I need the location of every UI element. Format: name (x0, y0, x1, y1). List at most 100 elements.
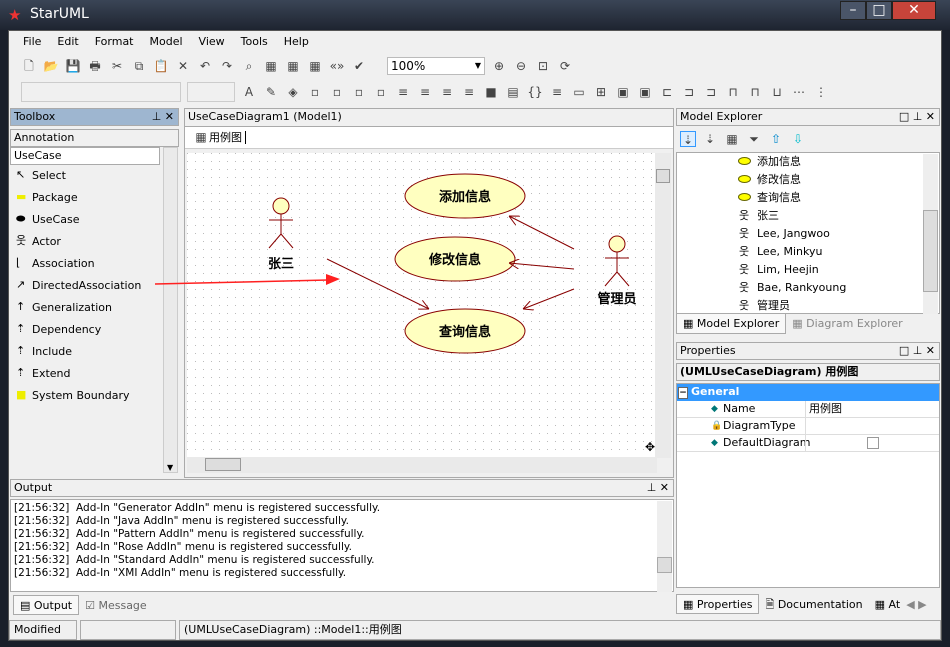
diagram2-icon[interactable]: ▦ (285, 58, 301, 74)
layout7-icon[interactable]: {} (527, 84, 543, 100)
diagram-canvas[interactable]: 添加信息修改信息查询信息 张三管理员 ✥ (187, 153, 657, 458)
menu-help[interactable]: Help (284, 35, 309, 48)
diagram-hscrollbar[interactable] (187, 457, 657, 473)
space-h-icon[interactable]: ⋯ (791, 84, 807, 100)
tree-item[interactable]: 웃 Bae, Rankyoung (677, 279, 939, 297)
resize-handle-icon[interactable]: ✥ (645, 440, 655, 454)
toolbox-section-usecase[interactable]: UseCase (10, 147, 160, 165)
tree-item[interactable]: 웃 Lee, Jangwoo (677, 225, 939, 243)
refresh-icon[interactable]: ⟳ (557, 58, 573, 74)
fit-icon[interactable]: ⊡ (535, 58, 551, 74)
print-icon[interactable]: 🖶 (87, 58, 103, 74)
tab-model-explorer[interactable]: ▦ Model Explorer (676, 314, 787, 334)
toolbox-item-association[interactable]: ⌊ Association (10, 253, 176, 275)
zoom-select[interactable]: 100% ▼ (387, 57, 485, 75)
output-scrollbar[interactable] (657, 501, 672, 592)
layout8-icon[interactable]: ≡ (549, 84, 565, 100)
tree-item[interactable]: 修改信息 (677, 171, 939, 189)
tree-item[interactable]: 웃 Lee, Minkyu (677, 243, 939, 261)
tab-documentation[interactable]: 🗎 Documentation (759, 595, 868, 615)
tab-diagram-explorer[interactable]: ▦ Diagram Explorer (786, 314, 908, 334)
panel-controls-icon[interactable]: □ ⊥ ✕ (899, 343, 935, 359)
fill-color-icon[interactable]: ◈ (285, 84, 301, 100)
align2-icon[interactable]: ▫ (329, 84, 345, 100)
align-left-icon[interactable]: ⊏ (659, 84, 675, 100)
tree-item[interactable]: 查询信息 (677, 189, 939, 207)
layout3-icon[interactable]: ≡ (439, 84, 455, 100)
diagram3-icon[interactable]: ▦ (307, 58, 323, 74)
toolbox-item-package[interactable]: ▬ Package (10, 187, 176, 209)
menu-file[interactable]: File (23, 35, 41, 48)
diagram-vscrollbar[interactable] (655, 153, 671, 458)
tree-item[interactable]: 웃 张三 (677, 207, 939, 225)
layout-icon[interactable]: ≡ (395, 84, 411, 100)
layout2-icon[interactable]: ≡ (417, 84, 433, 100)
copy-icon[interactable]: ⧉ (131, 58, 147, 74)
toolbox-item-actor[interactable]: 웃 Actor (10, 231, 176, 253)
align-center-icon[interactable]: ⊐ (681, 84, 697, 100)
toolbox-item-directedassociation[interactable]: ↗ DirectedAssociation (10, 275, 176, 297)
align3-icon[interactable]: ▫ (351, 84, 367, 100)
collapse-icon[interactable]: − (678, 387, 688, 399)
font-size-select[interactable] (187, 82, 235, 102)
sort-order-icon[interactable]: ⇣ (680, 131, 696, 147)
filter-icon[interactable]: ⏷ (746, 131, 762, 147)
sort-alpha-icon[interactable]: ⇣ (702, 131, 718, 147)
stereotype-icon[interactable]: «» (329, 58, 345, 74)
paste-icon[interactable]: 📋 (153, 58, 169, 74)
align4-icon[interactable]: ▫ (373, 84, 389, 100)
layout4-icon[interactable]: ≡ (461, 84, 477, 100)
tab-attachments[interactable]: ▦ At (869, 595, 907, 615)
tab-output[interactable]: ▤ Output (13, 595, 80, 615)
space-v-icon[interactable]: ⋮ (813, 84, 829, 100)
cut-icon[interactable]: ✂ (109, 58, 125, 74)
menu-format[interactable]: Format (95, 35, 134, 48)
new-icon[interactable]: 🗋 (21, 58, 37, 74)
toolbox-item-select[interactable]: ↖ Select (10, 165, 176, 187)
add-element-icon[interactable]: ▦ (724, 131, 740, 147)
tab-scroll-icon[interactable]: ◀ ▶ (906, 598, 926, 611)
pin-icon[interactable]: ⊥ ✕ (152, 109, 174, 125)
align-top-icon[interactable]: ⊓ (725, 84, 741, 100)
group-icon[interactable]: ▣ (615, 84, 631, 100)
usecase-2[interactable]: 修改信息 (394, 236, 516, 282)
property-value[interactable]: 用例图 (809, 401, 842, 417)
diagram-tab[interactable]: ▦ 用例图 (193, 130, 246, 144)
maximize-button[interactable]: □ (866, 1, 892, 20)
zoom-in-icon[interactable]: ⊕ (491, 58, 507, 74)
save-icon[interactable]: 💾 (65, 58, 81, 74)
usecase-1[interactable]: 添加信息 (404, 173, 526, 219)
menu-model[interactable]: Model (150, 35, 183, 48)
line-color-icon[interactable]: ✎ (263, 84, 279, 100)
toolbox-section-annotation[interactable]: Annotation (10, 129, 179, 147)
toolbox-item-dependency[interactable]: ⇡ Dependency (10, 319, 176, 341)
align-right-icon[interactable]: ⊐ (703, 84, 719, 100)
redo-icon[interactable]: ↷ (219, 58, 235, 74)
default-diagram-checkbox[interactable] (867, 437, 879, 449)
font-icon[interactable]: A (241, 84, 257, 100)
ungroup-icon[interactable]: ▣ (637, 84, 653, 100)
tree-item[interactable]: 添加信息 (677, 153, 939, 171)
toolbox-item-extend[interactable]: ⇡ Extend (10, 363, 176, 385)
zoom-out-icon[interactable]: ⊖ (513, 58, 529, 74)
property-row-defaultdiagram[interactable]: ◆ DefaultDiagram (677, 435, 939, 452)
tab-properties[interactable]: ▦ Properties (676, 594, 760, 614)
tree-item[interactable]: 웃 管理员 (677, 297, 939, 313)
undo-icon[interactable]: ↶ (197, 58, 213, 74)
diagram-icon[interactable]: ▦ (263, 58, 279, 74)
verify-icon[interactable]: ✔ (351, 58, 367, 74)
tab-message[interactable]: ☑ Message (79, 596, 153, 616)
model-tree-scrollbar[interactable] (923, 154, 938, 314)
toolbox-item-generalization[interactable]: ↑ Generalization (10, 297, 176, 319)
layout9-icon[interactable]: ▭ (571, 84, 587, 100)
property-row-diagramtype[interactable]: 🔒 DiagramType (677, 418, 939, 435)
menu-edit[interactable]: Edit (57, 35, 78, 48)
align-icon[interactable]: ▫ (307, 84, 323, 100)
close-button[interactable]: ✕ (892, 1, 936, 20)
tree-item[interactable]: 웃 Lim, Heejin (677, 261, 939, 279)
toolbox-scrollbar[interactable]: ▼ (163, 147, 178, 473)
move-up-icon[interactable]: ⇧ (768, 131, 784, 147)
delete-icon[interactable]: ✕ (175, 58, 191, 74)
font-name-select[interactable] (21, 82, 181, 102)
panel-controls-icon[interactable]: □ ⊥ ✕ (899, 109, 935, 125)
